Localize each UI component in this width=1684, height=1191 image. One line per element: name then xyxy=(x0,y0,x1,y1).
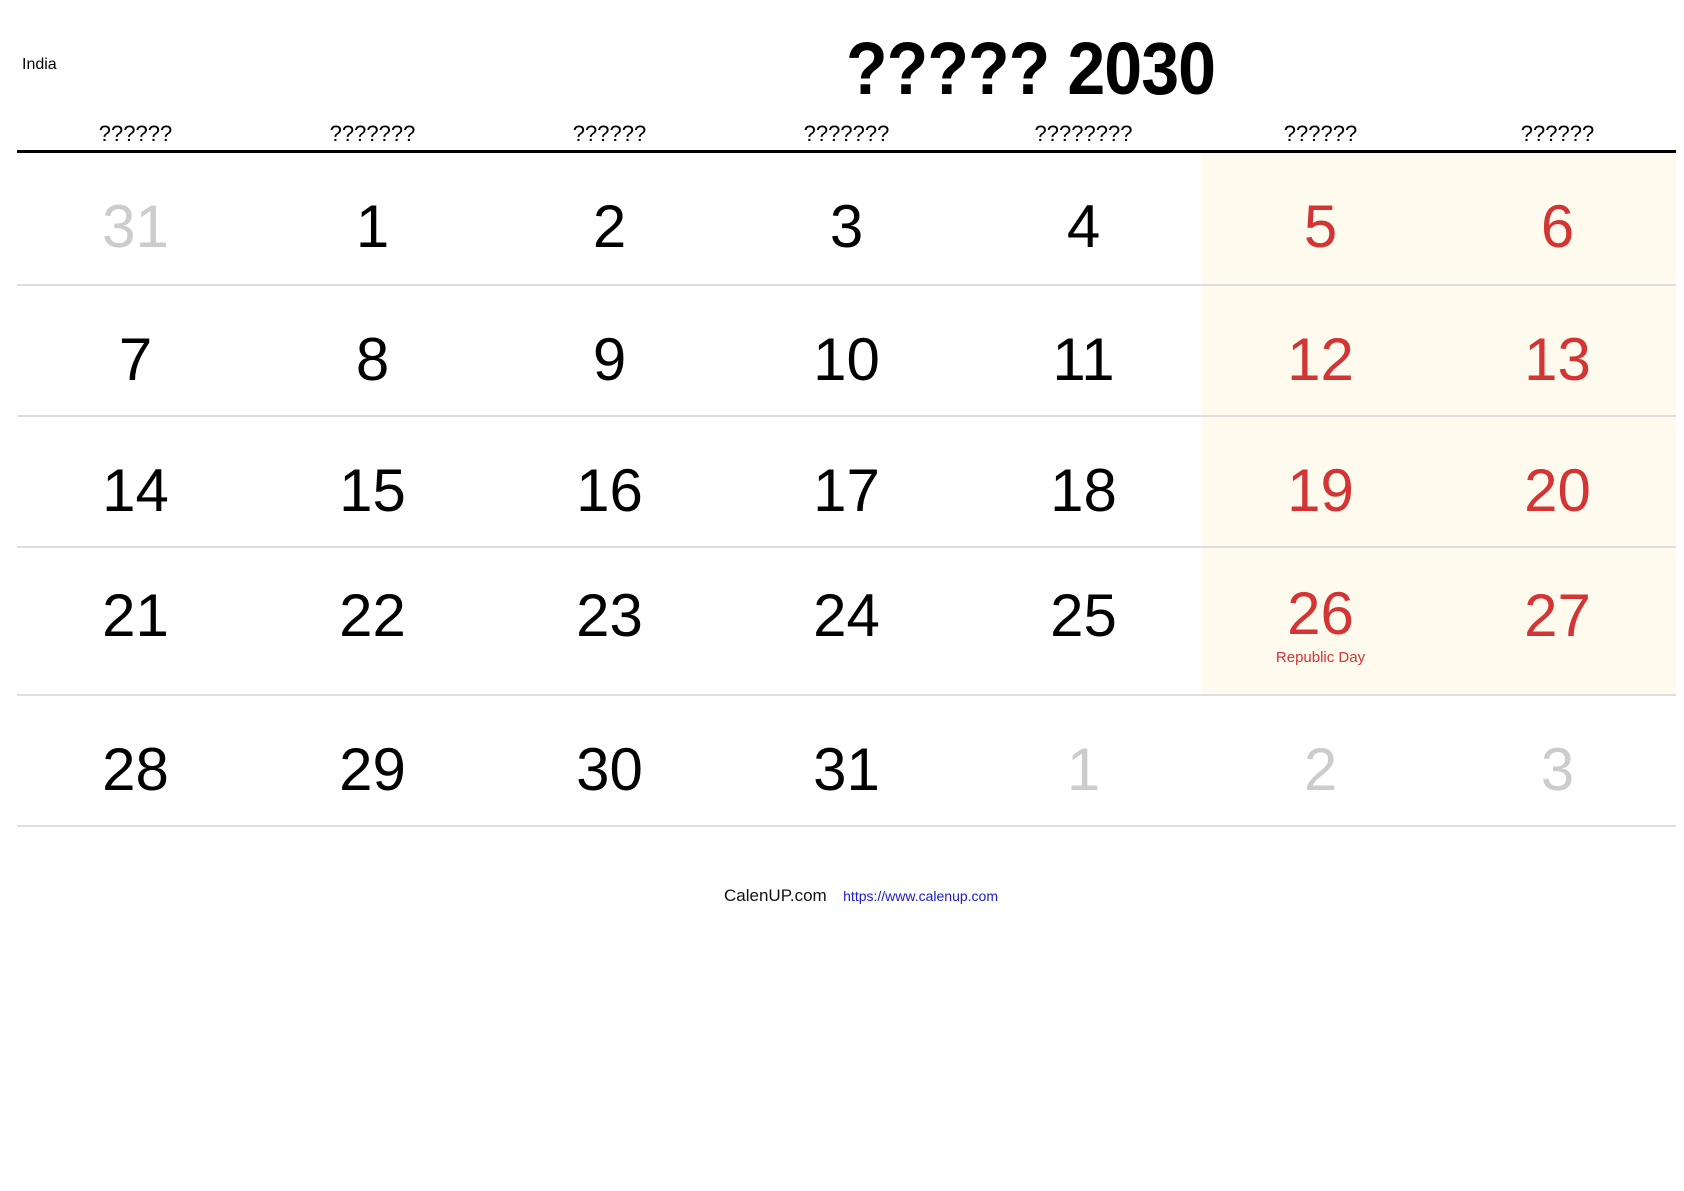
day-number: 30 xyxy=(576,736,643,803)
day-cell[interactable]: 1 xyxy=(254,153,491,284)
weekday-label: ??????? xyxy=(329,121,416,146)
day-number: 28 xyxy=(102,736,169,803)
day-cell[interactable]: 2 xyxy=(1202,696,1439,825)
day-number: 5 xyxy=(1303,193,1338,260)
day-cell[interactable]: 2 xyxy=(491,153,728,284)
weekday-label: ???????? xyxy=(1034,121,1133,146)
day-cell[interactable]: 31 xyxy=(17,153,254,284)
calendar-title: ????? 2030 xyxy=(846,27,1216,110)
day-cell[interactable]: 6 xyxy=(1439,153,1676,284)
weekday-label: ?????? xyxy=(1283,121,1358,146)
day-number: 1 xyxy=(355,193,390,260)
day-cell[interactable]: 3 xyxy=(728,153,965,284)
day-number: 2 xyxy=(1303,736,1338,803)
calendar-grid: ?????? ??????? ?????? ??????? ???????? ?… xyxy=(17,116,1676,827)
week-row: 7 8 9 10 11 12 13 xyxy=(17,286,1676,417)
day-cell[interactable]: 1 xyxy=(965,696,1202,825)
day-number: 16 xyxy=(576,457,643,524)
day-cell[interactable]: 30 xyxy=(491,696,728,825)
day-number: 20 xyxy=(1524,457,1591,524)
day-cell[interactable]: 27 xyxy=(1439,548,1676,694)
day-cell[interactable]: 24 xyxy=(728,548,965,694)
day-number: 14 xyxy=(102,457,169,524)
day-number: 22 xyxy=(339,582,406,649)
day-cell[interactable]: 11 xyxy=(965,286,1202,415)
day-number: 26 xyxy=(1287,580,1354,647)
day-cell[interactable]: 3 xyxy=(1439,696,1676,825)
day-cell[interactable]: 29 xyxy=(254,696,491,825)
weeks-container: 31 1 2 3 4 5 6 7 8 9 10 11 12 13 14 15 16 17 18 19 20 21 22 23 2… xyxy=(17,153,1676,827)
day-cell[interactable]: 7 xyxy=(17,286,254,415)
footer-link[interactable]: https://www.calenup.com xyxy=(843,888,998,904)
day-cell[interactable]: 22 xyxy=(254,548,491,694)
day-number: 21 xyxy=(102,582,169,649)
day-number: 24 xyxy=(813,582,880,649)
day-number: 15 xyxy=(339,457,406,524)
day-number: 6 xyxy=(1540,193,1575,260)
day-number: 13 xyxy=(1524,326,1591,393)
week-row: 14 15 16 17 18 19 20 xyxy=(17,417,1676,548)
country-label: India xyxy=(22,56,57,73)
day-number: 3 xyxy=(1540,736,1575,803)
day-cell[interactable]: 19 xyxy=(1202,417,1439,546)
weekday-label: ?????? xyxy=(572,121,647,146)
day-number: 8 xyxy=(355,326,390,393)
day-cell[interactable]: 28 xyxy=(17,696,254,825)
day-number: 4 xyxy=(1066,193,1101,260)
day-number: 19 xyxy=(1287,457,1354,524)
day-number: 25 xyxy=(1050,582,1117,649)
weekday-label: ?????? xyxy=(1520,121,1595,146)
day-number: 31 xyxy=(813,736,880,803)
day-number: 29 xyxy=(339,736,406,803)
weekday-header-row: ?????? ??????? ?????? ??????? ???????? ?… xyxy=(17,116,1676,153)
day-number: 10 xyxy=(813,326,880,393)
day-cell[interactable]: 13 xyxy=(1439,286,1676,415)
day-cell[interactable]: 23 xyxy=(491,548,728,694)
day-cell[interactable]: 5 xyxy=(1202,153,1439,284)
day-cell[interactable]: 25 xyxy=(965,548,1202,694)
day-number: 7 xyxy=(118,326,153,393)
holiday-name: Republic Day xyxy=(1275,649,1366,666)
day-number: 17 xyxy=(813,457,880,524)
weekday-label: ??????? xyxy=(803,121,890,146)
day-number: 31 xyxy=(102,193,169,260)
day-cell[interactable]: 18 xyxy=(965,417,1202,546)
day-number: 3 xyxy=(829,193,864,260)
day-number: 1 xyxy=(1066,736,1101,803)
day-cell[interactable]: 16 xyxy=(491,417,728,546)
day-cell-holiday[interactable]: 26 Republic Day xyxy=(1202,548,1439,694)
day-number: 12 xyxy=(1287,326,1354,393)
day-cell[interactable]: 15 xyxy=(254,417,491,546)
day-cell[interactable]: 10 xyxy=(728,286,965,415)
day-number: 23 xyxy=(576,582,643,649)
day-cell[interactable]: 12 xyxy=(1202,286,1439,415)
day-cell[interactable]: 31 xyxy=(728,696,965,825)
day-cell[interactable]: 20 xyxy=(1439,417,1676,546)
day-cell[interactable]: 21 xyxy=(17,548,254,694)
week-row: 21 22 23 24 25 26 Republic Day 27 xyxy=(17,548,1676,696)
day-cell[interactable]: 9 xyxy=(491,286,728,415)
day-cell[interactable]: 4 xyxy=(965,153,1202,284)
day-number: 9 xyxy=(592,326,627,393)
weekday-label: ?????? xyxy=(98,121,173,146)
week-row: 31 1 2 3 4 5 6 xyxy=(17,153,1676,286)
day-number: 27 xyxy=(1524,582,1591,649)
day-cell[interactable]: 8 xyxy=(254,286,491,415)
day-cell[interactable]: 17 xyxy=(728,417,965,546)
footer-brand: CalenUP.com xyxy=(724,886,827,905)
day-number: 11 xyxy=(1052,326,1115,393)
day-cell[interactable]: 14 xyxy=(17,417,254,546)
week-row: 28 29 30 31 1 2 3 xyxy=(17,696,1676,827)
day-number: 18 xyxy=(1050,457,1117,524)
day-number: 2 xyxy=(592,193,627,260)
